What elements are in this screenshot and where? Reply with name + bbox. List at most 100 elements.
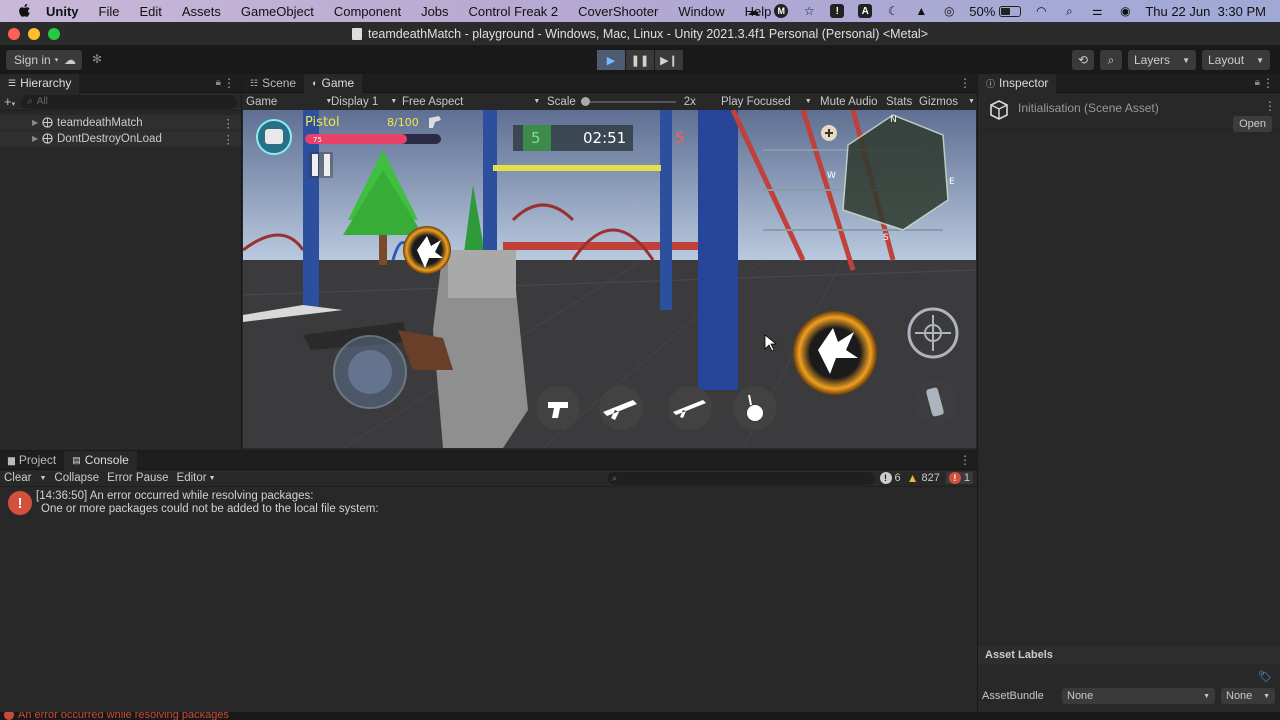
apple-icon[interactable] bbox=[16, 2, 34, 20]
hierarchy-search-input[interactable]: ⌕ All bbox=[21, 94, 237, 109]
battery-indicator[interactable]: 50% bbox=[969, 3, 1022, 19]
error-pause-label: Error Pause bbox=[107, 472, 169, 484]
layout-dropdown[interactable]: Layout ▼ bbox=[1202, 50, 1270, 70]
window-titlebar: teamdeathMatch - playground - Windows, M… bbox=[0, 22, 1280, 46]
mute-audio-toggle[interactable]: Mute Audio bbox=[820, 96, 878, 108]
menu-unity[interactable]: Unity bbox=[46, 4, 79, 19]
more-menu-icon[interactable]: ⋮ bbox=[959, 76, 971, 90]
compass-n: N bbox=[890, 115, 897, 125]
pause-button[interactable]: ❚❚ bbox=[626, 50, 654, 70]
clear-dropdown[interactable]: Clear ▼ bbox=[0, 472, 50, 484]
menu-edit[interactable]: Edit bbox=[139, 4, 161, 19]
menu-assets[interactable]: Assets bbox=[182, 4, 221, 19]
hierarchy-row-dontdestroy[interactable]: ▶ DontDestroyOnLoad ⋮ bbox=[0, 131, 241, 146]
tab-inspector-label: Inspector bbox=[999, 76, 1049, 90]
pause-bar-right bbox=[324, 154, 330, 176]
minimize-window-button[interactable] bbox=[28, 28, 40, 40]
assetbundle-dropdown[interactable]: None ▼ bbox=[1062, 688, 1215, 704]
close-window-button[interactable] bbox=[8, 28, 20, 40]
tab-hierarchy-label: Hierarchy bbox=[20, 76, 72, 90]
spotlight-icon[interactable]: ⌕ bbox=[1061, 4, 1077, 18]
row-more-icon[interactable]: ⋮ bbox=[223, 116, 235, 130]
weapon-name: Pistol bbox=[305, 115, 340, 130]
battery-percent: 50% bbox=[969, 3, 996, 19]
console-icon: ▤ bbox=[72, 454, 81, 465]
hierarchy-row-scene[interactable]: ▶ teamdeathMatch ⋮ bbox=[0, 115, 241, 130]
console-panel: ▆ Project ▤ Console ⋮ Clear ▼ Collapse Erro… bbox=[0, 450, 977, 712]
log-count-toggle[interactable]: ! 6 bbox=[879, 472, 901, 484]
tag-icon[interactable]: 🏷︎ bbox=[1258, 670, 1272, 683]
m-app-icon[interactable]: M bbox=[773, 4, 789, 18]
cloud-sync-icon[interactable]: ☁ bbox=[745, 4, 761, 18]
console-search-input[interactable]: ⌕ bbox=[608, 472, 874, 485]
menu-clock[interactable]: Thu 22 Jun 3:30 PM bbox=[1145, 4, 1266, 19]
menu-control-freak[interactable]: Control Freak 2 bbox=[469, 4, 559, 19]
lock-icon[interactable]: 🔒︎ bbox=[216, 77, 221, 88]
control-center-icon[interactable]: ⚌ bbox=[1089, 4, 1105, 18]
game-mode-dropdown[interactable]: Game ▼ bbox=[246, 96, 332, 108]
wifi-icon[interactable]: ◠ bbox=[1033, 4, 1049, 18]
stats-toggle[interactable]: Stats bbox=[886, 96, 912, 108]
history-icon[interactable]: ⟲ bbox=[1072, 50, 1094, 70]
open-button[interactable]: Open bbox=[1233, 116, 1272, 132]
search-icon[interactable]: ⌕ bbox=[1100, 50, 1122, 70]
a-app-icon[interactable]: A bbox=[857, 4, 873, 18]
error-count-toggle[interactable]: ! 1 bbox=[945, 472, 973, 484]
row-more-icon[interactable]: ⋮ bbox=[223, 132, 235, 146]
zoom-window-button[interactable] bbox=[48, 28, 60, 40]
tab-project[interactable]: ▆ Project bbox=[0, 451, 64, 470]
menu-covershooter[interactable]: CoverShooter bbox=[578, 4, 658, 19]
cloud-icon[interactable]: ☁ bbox=[58, 50, 82, 70]
console-log-entry[interactable]: ! [14:36:50] An error occurred while res… bbox=[0, 488, 977, 518]
scale-control[interactable]: Scale 2x bbox=[547, 96, 696, 108]
add-object-button[interactable]: +▾ bbox=[4, 94, 15, 109]
asset-variant-dropdown[interactable]: None ▼ bbox=[1221, 688, 1275, 704]
expand-arrow-icon[interactable]: ▶ bbox=[32, 118, 38, 127]
chevron-down-icon: ▼ bbox=[1263, 692, 1270, 700]
menu-file[interactable]: File bbox=[99, 4, 120, 19]
warning-count-toggle[interactable]: ▲ 827 bbox=[907, 471, 940, 485]
menu-component[interactable]: Component bbox=[334, 4, 401, 19]
siri-icon[interactable]: ◉ bbox=[1117, 4, 1133, 18]
menu-jobs[interactable]: Jobs bbox=[421, 4, 448, 19]
joystick-thumb[interactable] bbox=[348, 350, 392, 394]
tab-inspector[interactable]: ⓘ Inspector bbox=[978, 73, 1057, 93]
inspector-tabbar: ⓘ Inspector 🔒︎ ⋮ bbox=[978, 73, 1280, 93]
gizmos-dropdown[interactable]: Gizmos ▼ bbox=[919, 96, 975, 108]
more-menu-icon[interactable]: ⋮ bbox=[1262, 76, 1274, 90]
display-dropdown[interactable]: Display 1 ▼ bbox=[331, 96, 397, 108]
scale-slider[interactable] bbox=[580, 96, 676, 106]
menu-gameobject[interactable]: GameObject bbox=[241, 4, 314, 19]
status-text: An error occurred while resolving packag… bbox=[18, 712, 229, 720]
alert-app-icon[interactable]: ! bbox=[829, 4, 845, 18]
collapse-toggle[interactable]: Collapse bbox=[50, 472, 103, 484]
play-focused-label: Play Focused bbox=[721, 95, 791, 108]
aspect-dropdown[interactable]: Free Aspect ▼ bbox=[402, 96, 540, 108]
menu-window[interactable]: Window bbox=[678, 4, 724, 19]
layers-dropdown[interactable]: Layers ▼ bbox=[1128, 50, 1196, 70]
tab-game[interactable]: ◐ Game bbox=[304, 73, 363, 93]
star-icon[interactable]: ☆ bbox=[801, 4, 817, 18]
asset-labels-header[interactable]: Asset Labels bbox=[978, 646, 1280, 664]
lock-icon[interactable]: 🔒︎ bbox=[1255, 77, 1260, 88]
play-button[interactable]: ▶ bbox=[597, 50, 625, 70]
tab-scene[interactable]: ☷ Scene bbox=[242, 74, 304, 93]
warning-tray-icon[interactable]: ▲ bbox=[913, 4, 929, 18]
folder-icon: ▆ bbox=[8, 454, 15, 465]
expand-arrow-icon[interactable]: ▶ bbox=[32, 134, 38, 143]
airdrop-icon[interactable]: ◎ bbox=[941, 4, 957, 18]
status-bar[interactable]: An error occurred while resolving packag… bbox=[0, 712, 1280, 720]
tab-hierarchy[interactable]: ☰ Hierarchy bbox=[0, 73, 80, 93]
scale-value: 2x bbox=[683, 95, 696, 108]
step-button[interactable]: ▶❙ bbox=[655, 50, 683, 70]
more-menu-icon[interactable]: ⋮ bbox=[959, 453, 971, 467]
game-viewport[interactable]: N W E S 75 Pistol 8/100 5 02:51 5 bbox=[243, 110, 976, 448]
more-menu-icon[interactable]: ⋮ bbox=[223, 76, 235, 90]
error-pause-toggle[interactable]: Error Pause bbox=[103, 472, 172, 484]
inspector-more-icon[interactable]: ⋮ bbox=[1264, 99, 1276, 113]
tab-console[interactable]: ▤ Console bbox=[64, 450, 137, 470]
editor-dropdown[interactable]: Editor ▼ bbox=[173, 472, 220, 484]
moon-icon[interactable]: ☾ bbox=[885, 4, 901, 18]
collab-icon[interactable]: ✻ bbox=[92, 52, 102, 66]
play-focused-dropdown[interactable]: Play Focused ▼ bbox=[721, 96, 812, 108]
